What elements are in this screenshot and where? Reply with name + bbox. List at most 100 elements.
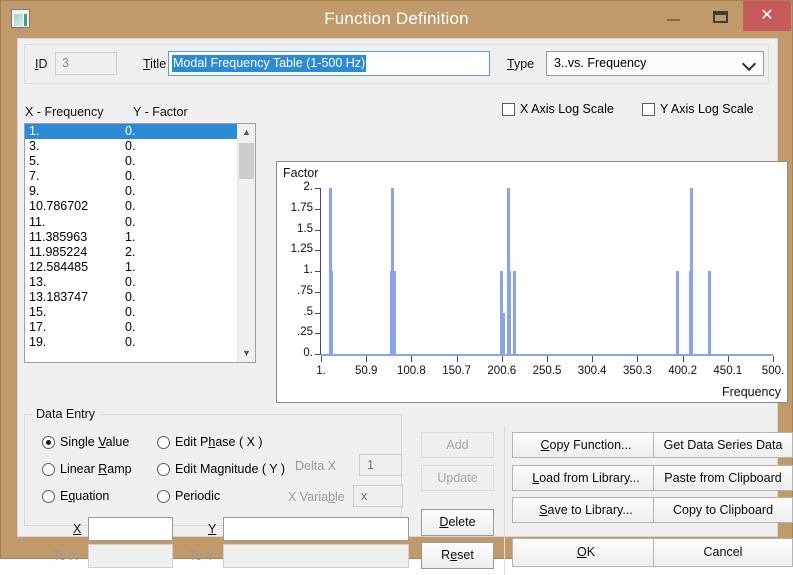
y-axis-log-scale-label: Y Axis Log Scale [660, 102, 754, 116]
cell-y: 0. [125, 274, 136, 289]
cancel-button[interactable]: Cancel [653, 538, 793, 567]
chevron-up-icon[interactable]: ▲ [238, 124, 255, 141]
table-row[interactable]: 10.786702 0. [25, 199, 255, 214]
plot-bar [689, 188, 693, 354]
radio-label-edit-phase: Edit Phase ( X ) [175, 435, 263, 449]
type-select-value: 3..vs. Frequency [554, 56, 647, 70]
cell-x: 10.786702 [29, 199, 89, 214]
table-row[interactable]: 9. 0. [25, 184, 255, 199]
add-button[interactable]: Add [421, 432, 494, 458]
chevron-down-icon [744, 58, 755, 69]
plot-y-tick-label: 2. [303, 181, 313, 193]
table-row[interactable]: 11. 0. [25, 215, 255, 230]
table-row[interactable]: 13. 0. [25, 275, 255, 290]
cell-x: 13.183747 [29, 290, 89, 305]
radio-dot-edit-phase [157, 436, 170, 449]
plot-y-tick-label: .75 [297, 284, 313, 297]
chevron-down-icon[interactable]: ▼ [238, 345, 255, 362]
scrollbar-thumb[interactable] [239, 143, 254, 179]
x-axis-log-scale-label: X Axis Log Scale [520, 102, 614, 116]
to-y-label: To Y [189, 549, 214, 563]
cell-y: 0. [125, 139, 136, 154]
cell-y: 2. [125, 244, 136, 259]
cell-y: 0. [125, 305, 136, 320]
table-row[interactable]: 15. 0. [25, 305, 255, 320]
plot-y-tick [315, 354, 321, 355]
to-x-input[interactable] [88, 544, 173, 568]
plot-y-tick-label: 0. [303, 347, 313, 359]
radio-dot-equation [42, 490, 55, 503]
title-bar: Function Definition ✕ [1, 1, 792, 38]
get-data-series-data-button[interactable]: Get Data Series Data [653, 432, 793, 458]
to-x-label: To X [53, 549, 79, 563]
plot-x-tick [592, 356, 594, 362]
plot-x-tick [501, 356, 503, 362]
dialog-client-area: ID 3 Title Modal Frequency Table (1-500 … [17, 38, 793, 575]
plot-y-tick-label: 1.5 [297, 222, 313, 235]
table-row[interactable]: 12.584485 1. [25, 260, 255, 275]
update-button[interactable]: Update [421, 465, 494, 491]
table-row[interactable]: 5. 0. [25, 154, 255, 169]
plot-y-tick-label: 1.75 [290, 201, 313, 214]
table-row[interactable]: 1. 0. [25, 124, 255, 140]
ok-button[interactable]: OK [512, 538, 660, 567]
column-header-x: X - Frequency [25, 105, 104, 119]
delta-x-field[interactable]: 1 [359, 454, 402, 476]
title-input[interactable]: Modal Frequency Table (1-500 Hz) [168, 51, 490, 76]
table-row[interactable]: 17. 0. [25, 320, 255, 335]
data-point-list[interactable]: 1. 0. 3. 0. 5. 0. 7. 0. 9. 0. 10.786702 0. 11. 0. 11.3… [24, 123, 256, 363]
cell-y: 0. [125, 184, 136, 199]
plot-y-tick-label: .25 [297, 326, 313, 339]
reset-button[interactable]: Reset [421, 542, 494, 569]
to-y-input[interactable] [223, 544, 409, 568]
table-row[interactable]: 11.985224 2. [25, 245, 255, 260]
x-input[interactable] [88, 517, 173, 541]
close-button[interactable]: ✕ [743, 1, 791, 31]
minimize-button[interactable] [651, 1, 697, 31]
data-point-list-rows: 1. 0. 3. 0. 5. 0. 7. 0. 9. 0. 10.786702 0. 11. 0. 11.3… [25, 124, 255, 350]
radio-label-periodic: Periodic [175, 489, 221, 503]
table-row[interactable]: 19. 0. [25, 335, 255, 350]
cell-x: 12.584485 [29, 259, 89, 274]
table-row[interactable]: 3. 0. [25, 139, 255, 154]
table-row[interactable]: 13.183747 0. [25, 290, 255, 305]
minimize-icon [667, 19, 680, 21]
copy-to-clipboard-button[interactable]: Copy to Clipboard [653, 497, 793, 523]
cell-x: 1. [29, 124, 40, 138]
table-row[interactable]: 11.385963 1. [25, 230, 255, 245]
title-input-value: Modal Frequency Table (1-500 Hz) [172, 55, 367, 72]
type-select[interactable]: 3..vs. Frequency [546, 51, 764, 76]
plot-y-tick-label: 1. [303, 264, 313, 276]
cell-y: 0. [125, 214, 136, 229]
plot-bar [507, 271, 511, 354]
plot-y-tick-label: 1.25 [290, 243, 313, 256]
list-scrollbar[interactable]: ▲ ▼ [237, 124, 255, 362]
plot-x-tick-label: 500. [761, 365, 785, 377]
table-row[interactable]: 7. 0. [25, 169, 255, 184]
save-to-library-button[interactable]: Save to Library... [512, 497, 660, 523]
load-from-library-button[interactable]: Load from Library... [512, 465, 660, 491]
cell-x: 15. [29, 305, 47, 320]
paste-from-clipboard-button[interactable]: Paste from Clipboard [653, 465, 793, 491]
plot-bar [512, 271, 516, 354]
y-input[interactable] [223, 517, 409, 541]
cell-y: 1. [125, 259, 136, 274]
cell-x: 19. [29, 335, 47, 350]
cell-x: 11.985224 [29, 244, 88, 259]
plot-bar [392, 271, 396, 354]
plot-x-tick [321, 356, 322, 362]
maximize-button[interactable] [697, 1, 743, 31]
delete-button[interactable]: Delete [421, 509, 494, 536]
x-variable-field[interactable]: x [353, 485, 403, 507]
id-label: ID [35, 57, 48, 71]
radio-dot-edit-magnitude [157, 463, 170, 476]
radio-label-single-value: Single Value [60, 435, 130, 449]
id-field[interactable]: 3 [55, 52, 117, 75]
plot-bar [708, 271, 712, 354]
copy-function-button[interactable]: Copy Function... [512, 432, 660, 458]
radio-label-linear-ramp: Linear Ramp [60, 462, 132, 476]
cell-y: 0. [125, 124, 136, 138]
cell-x: 13. [29, 274, 47, 289]
cell-x: 9. [29, 184, 40, 199]
function-plot: Factor 2. 1.75 1.5 1.25 1. .75.5.25 0. 1. 50.9 1… [276, 161, 788, 403]
